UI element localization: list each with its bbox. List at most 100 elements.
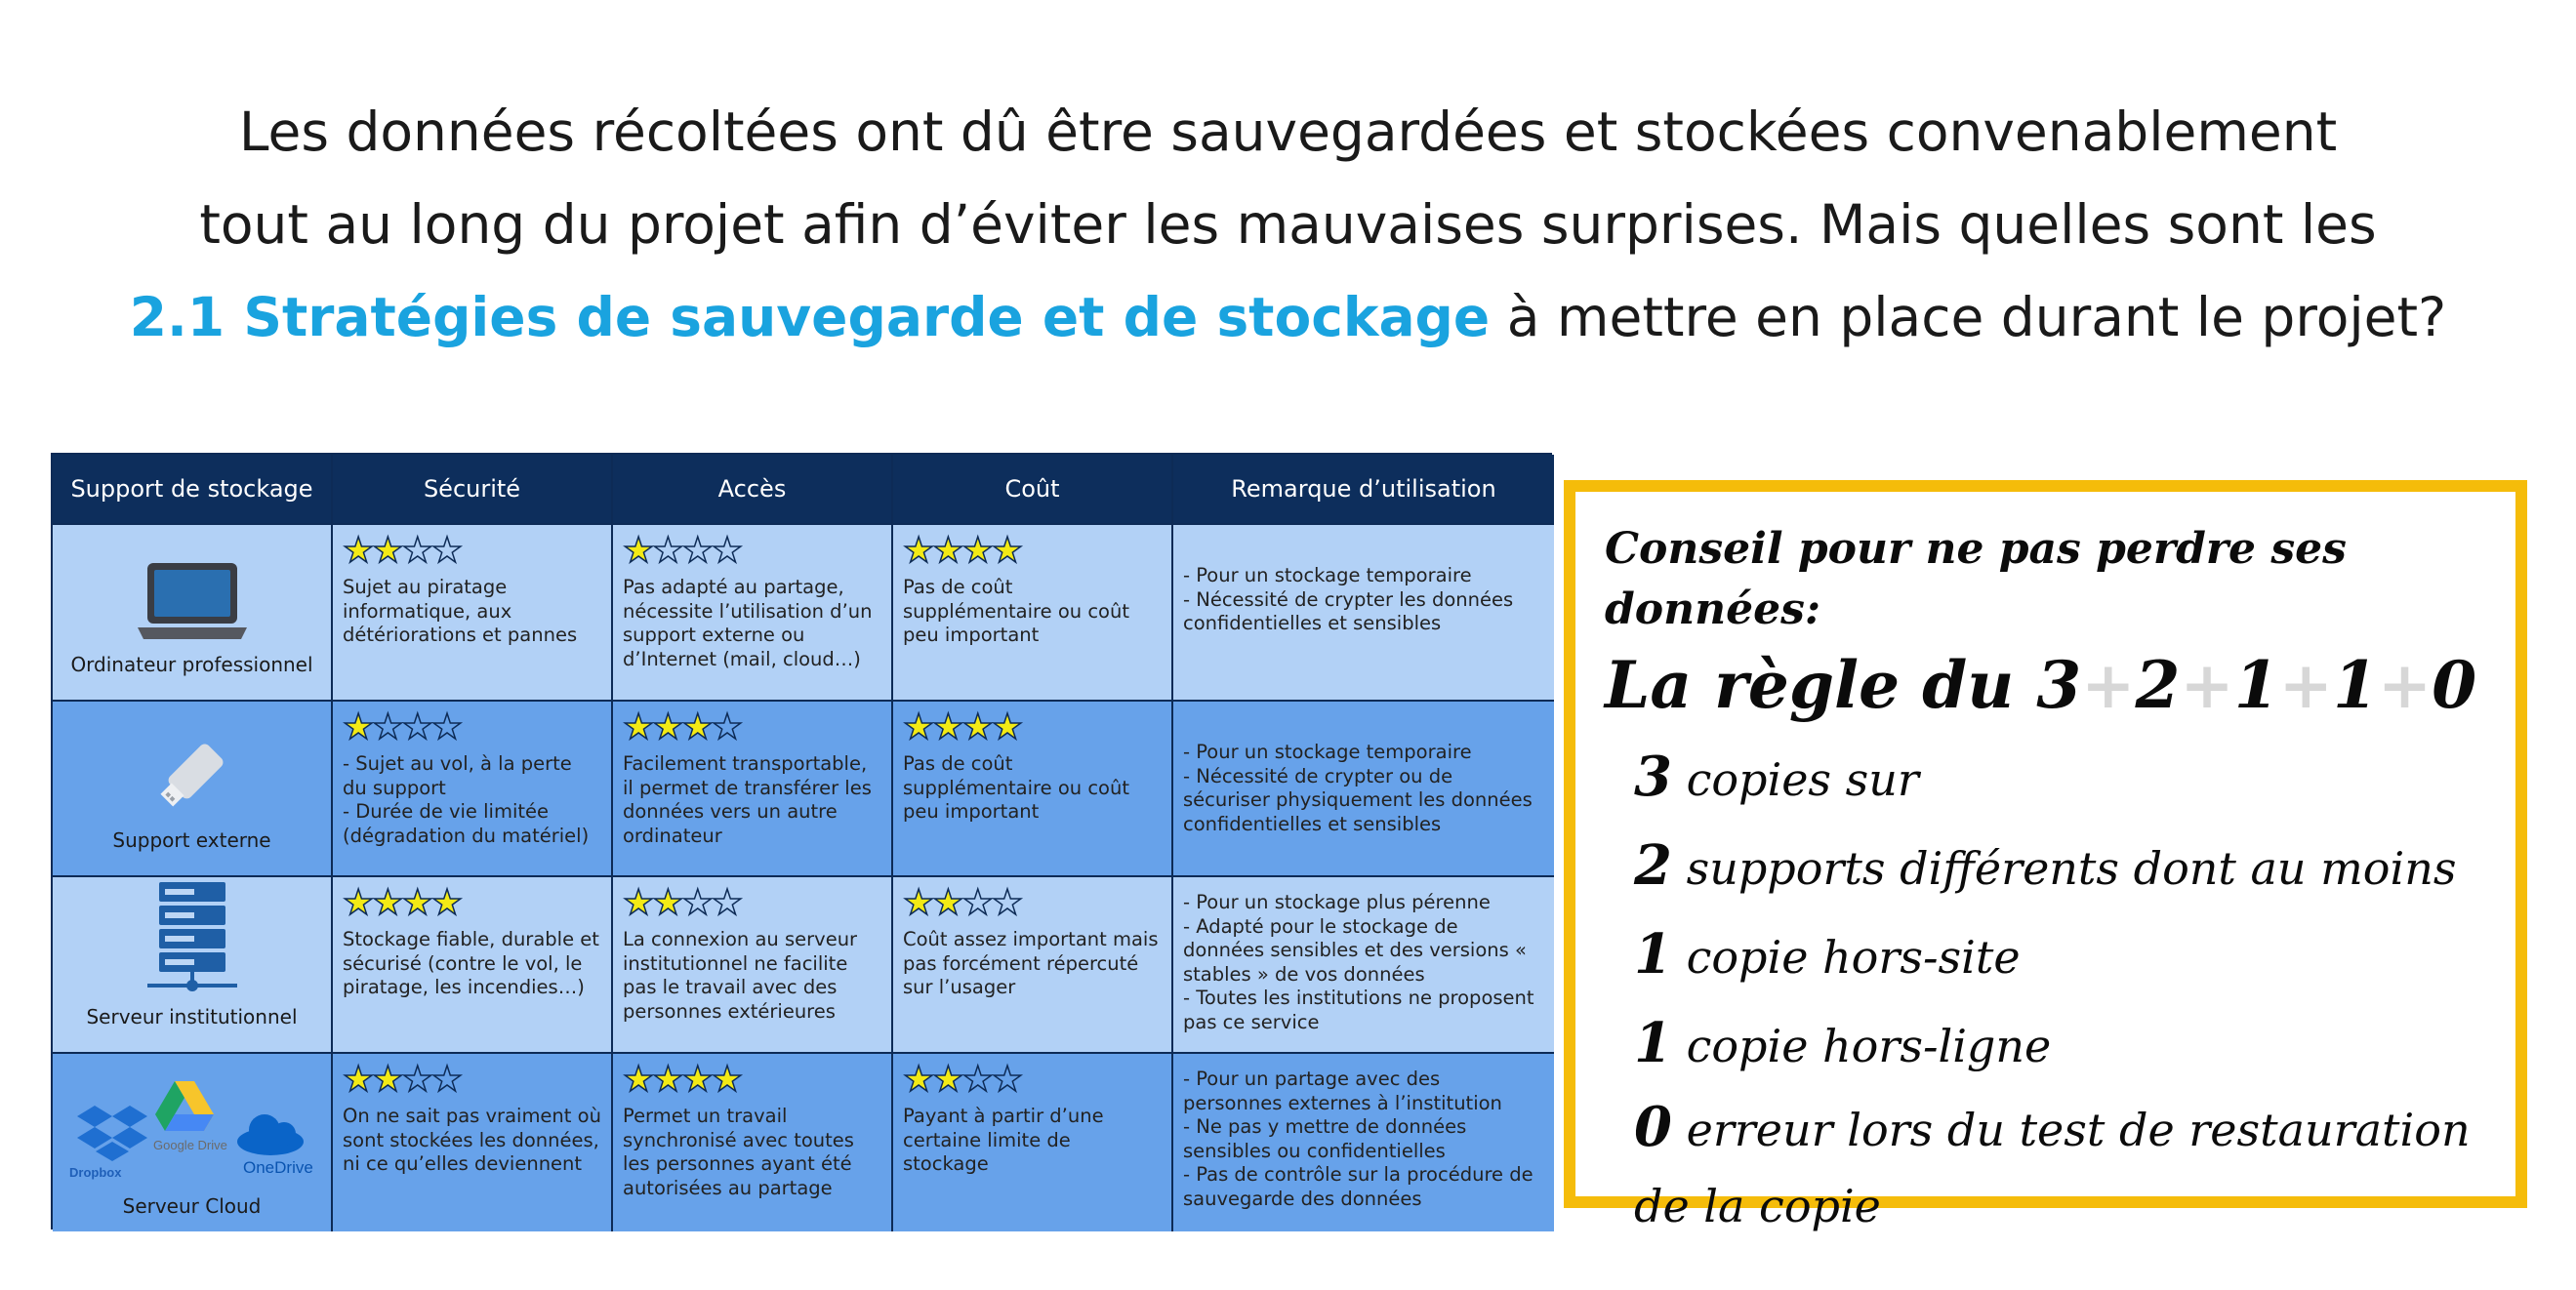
rule-line: 0 erreur lors du test de restauration de… xyxy=(1605,1089,2486,1244)
star-empty-icon: ★ xyxy=(681,531,715,571)
rule-line-text: copie hors-site xyxy=(1671,931,2021,984)
rule-line-text: erreur lors du test de restauration de l… xyxy=(1634,1104,2471,1232)
star-empty-icon: ★ xyxy=(711,531,744,571)
header-remarque: Remarque d’utilisation xyxy=(1173,455,1554,525)
remarque-cell: - Pour un stockage temporaire - Nécessit… xyxy=(1173,702,1554,877)
star-empty-icon: ★ xyxy=(430,531,464,571)
securite-cell: ★★★★ Sujet au piratage informatique, aux… xyxy=(333,525,613,702)
rating-stars: ★★★★ xyxy=(902,883,1162,923)
remarque-cell: - Pour un stockage temporaire - Nécessit… xyxy=(1173,525,1554,702)
remarque-cell: - Pour un partage avec des personnes ext… xyxy=(1173,1054,1554,1231)
rule-line-number: 2 xyxy=(1634,833,1672,898)
rule-plus: + xyxy=(2081,647,2136,723)
rule-line-number: 0 xyxy=(1634,1095,1672,1159)
rule-line: 3 copies sur xyxy=(1605,734,2486,823)
star-filled-icon: ★ xyxy=(652,707,685,747)
securite-cell: ★★★★ - Sujet au vol, à la perte du suppo… xyxy=(333,702,613,877)
google-drive-logo: Google Drive xyxy=(153,1081,227,1152)
cell-text: - Pour un stockage plus pérenne - Adapté… xyxy=(1183,891,1534,1033)
support-label: Support externe xyxy=(112,828,271,852)
support-label: Serveur institutionnel xyxy=(86,1005,298,1028)
star-filled-icon: ★ xyxy=(681,707,715,747)
star-filled-icon: ★ xyxy=(342,1060,375,1100)
dropbox-logo: Dropbox xyxy=(69,1106,147,1180)
star-filled-icon: ★ xyxy=(622,1060,655,1100)
star-empty-icon: ★ xyxy=(401,1060,434,1100)
star-empty-icon: ★ xyxy=(372,707,405,747)
tip-title: Conseil pour ne pas perdre ses données: xyxy=(1605,524,2347,634)
star-filled-icon: ★ xyxy=(932,883,965,923)
star-filled-icon: ★ xyxy=(961,531,995,571)
star-empty-icon: ★ xyxy=(401,531,434,571)
rule-line-number: 1 xyxy=(1634,1011,1672,1075)
cell-text: Sujet au piratage informatique, aux dété… xyxy=(343,576,578,646)
star-filled-icon: ★ xyxy=(622,531,655,571)
support-cell: Dropbox Google Drive OneDrive Serveur Cl… xyxy=(53,1054,333,1231)
rating-stars: ★★★★ xyxy=(622,707,881,747)
heading-line-1: Les données récoltées ont dû être sauveg… xyxy=(238,101,2338,163)
cell-text: - Pour un stockage temporaire - Nécessit… xyxy=(1183,741,1533,835)
cloud-services-icon: Dropbox Google Drive OneDrive xyxy=(69,1081,312,1180)
star-filled-icon: ★ xyxy=(342,883,375,923)
rule-number: 1 xyxy=(2332,647,2378,723)
star-filled-icon: ★ xyxy=(681,1060,715,1100)
rating-stars: ★★★★ xyxy=(622,531,881,571)
star-empty-icon: ★ xyxy=(991,1060,1024,1100)
star-filled-icon: ★ xyxy=(652,1060,685,1100)
rule-line: 1 copie hors-ligne xyxy=(1605,1000,2486,1089)
rating-stars: ★★★★ xyxy=(622,883,881,923)
header-cout: Coût xyxy=(893,455,1173,525)
acces-cell: ★★★★ La connexion au serveur institution… xyxy=(613,877,893,1054)
cell-text: La connexion au serveur institutionnel n… xyxy=(623,928,858,1023)
rule-line: 1 copie hors-site xyxy=(1605,911,2486,1000)
rating-stars: ★★★★ xyxy=(342,531,601,571)
rule-number: 0 xyxy=(2432,647,2477,723)
rule-prefix: La règle du xyxy=(1605,647,2037,723)
star-filled-icon: ★ xyxy=(622,883,655,923)
rule-line-text: supports différents dont au moins xyxy=(1671,842,2457,895)
rating-stars: ★★★★ xyxy=(902,531,1162,571)
cout-cell: ★★★★ Coût assez important mais pas forcé… xyxy=(893,877,1173,1054)
acces-cell: ★★★★ Pas adapté au partage, nécessite l’… xyxy=(613,525,893,702)
star-filled-icon: ★ xyxy=(711,1060,744,1100)
support-cell: Serveur institutionnel xyxy=(53,877,333,1054)
rating-stars: ★★★★ xyxy=(342,883,601,923)
rule-line: 2 supports différents dont au moins xyxy=(1605,823,2486,911)
cout-cell: ★★★★ Pas de coût supplémentaire ou coût … xyxy=(893,525,1173,702)
svg-text:Google Drive: Google Drive xyxy=(153,1138,227,1152)
cell-text: - Sujet au vol, à la perte du support - … xyxy=(343,752,590,847)
star-filled-icon: ★ xyxy=(902,531,935,571)
securite-cell: ★★★★ Stockage fiable, durable et sécuris… xyxy=(333,877,613,1054)
rule-number: 2 xyxy=(2135,647,2181,723)
cell-text: Coût assez important mais pas forcément … xyxy=(903,928,1159,998)
acces-cell: ★★★★ Facilement transportable, il permet… xyxy=(613,702,893,877)
cout-cell: ★★★★ Pas de coût supplémentaire ou coût … xyxy=(893,702,1173,877)
rule-title: La règle du 3+2+1+1+0 xyxy=(1605,640,2486,730)
cout-cell: ★★★★ Payant à partir d’une certaine limi… xyxy=(893,1054,1173,1231)
star-filled-icon: ★ xyxy=(342,531,375,571)
cell-text: - Pour un stockage temporaire - Nécessit… xyxy=(1183,564,1514,634)
star-empty-icon: ★ xyxy=(961,883,995,923)
star-empty-icon: ★ xyxy=(711,883,744,923)
star-empty-icon: ★ xyxy=(652,531,685,571)
heading-line-2: tout au long du projet afin d’éviter les… xyxy=(199,193,2377,256)
cell-text: Pas de coût supplémentaire ou coût peu i… xyxy=(903,576,1129,646)
support-label: Ordinateur professionnel xyxy=(70,653,313,676)
cell-text: Stockage fiable, durable et sécurisé (co… xyxy=(343,928,599,998)
star-filled-icon: ★ xyxy=(932,531,965,571)
rating-stars: ★★★★ xyxy=(902,708,1162,747)
rating-stars: ★★★★ xyxy=(342,1060,601,1100)
star-filled-icon: ★ xyxy=(902,1060,935,1100)
star-empty-icon: ★ xyxy=(430,1060,464,1100)
star-filled-icon: ★ xyxy=(372,1060,405,1100)
rule-plus: + xyxy=(2377,647,2433,723)
cell-text: Facilement transportable, il permet de t… xyxy=(623,752,872,847)
header-securite: Sécurité xyxy=(333,455,613,525)
star-empty-icon: ★ xyxy=(961,1060,995,1100)
acces-cell: ★★★★ Permet un travail synchronisé avec … xyxy=(613,1054,893,1231)
support-cell: Support externe xyxy=(53,702,333,877)
star-filled-icon: ★ xyxy=(991,531,1024,571)
svg-text:Dropbox: Dropbox xyxy=(69,1165,122,1180)
rule-line-text: copies sur xyxy=(1671,753,1919,806)
storage-table: Support de stockage Sécurité Accès Coût … xyxy=(51,453,1554,1231)
